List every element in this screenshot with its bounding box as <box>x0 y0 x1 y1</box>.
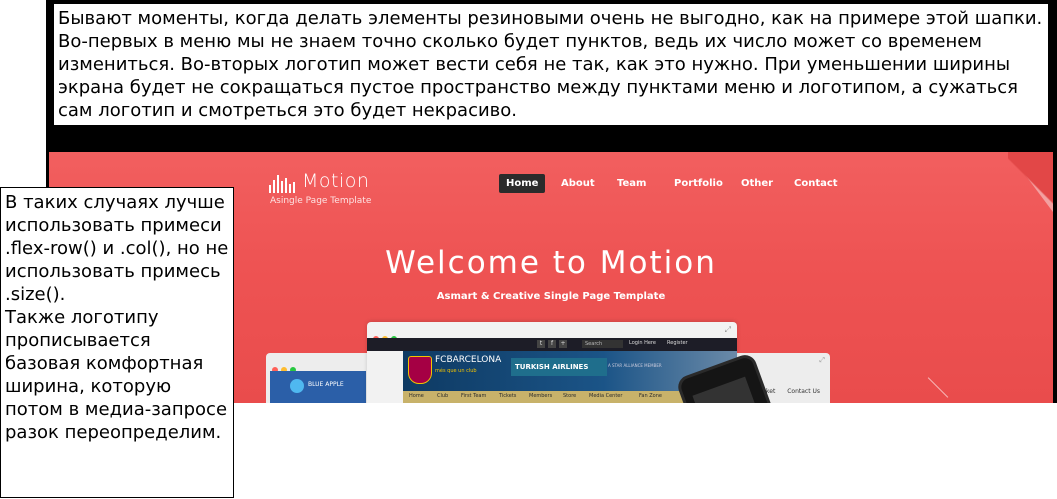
decorative-line <box>927 377 949 398</box>
logo-name: Motion <box>302 170 370 192</box>
expand-icon: ⤢ <box>724 325 731 334</box>
nav-item-portfolio[interactable]: Portfolio <box>674 174 723 193</box>
nav-item-about[interactable]: About <box>561 174 595 193</box>
note-callout-left: В таких случаях лучше использовать приме… <box>0 187 234 498</box>
note-left-text-2: Также логотипу прописывается базовая ком… <box>5 307 228 443</box>
site-topbar: t f + Search Login Here Register <box>367 338 737 351</box>
site-search: Search <box>582 340 623 348</box>
site-nav-item: Tickets <box>499 393 517 399</box>
site-register: Register <box>667 340 688 346</box>
site-nav-item: Home <box>409 393 424 399</box>
fcb-crest-icon <box>408 356 432 384</box>
site-login: Login Here <box>629 340 656 346</box>
facebook-icon: f <box>548 340 556 348</box>
sponsor-banner: TURKISH AIRLINES <box>511 358 607 376</box>
alliance-text: A STAR ALLIANCE MEMBER <box>608 363 662 368</box>
logo-tagline: Asingle Page Template <box>270 196 372 206</box>
blue-apple-name: BLUE APPLE <box>308 381 344 388</box>
site-nav-item: Fan Zone <box>639 393 662 399</box>
site-nav-item: Members <box>529 393 553 399</box>
note-left-text-1: В таких случаях лучше использовать приме… <box>5 192 229 305</box>
site-nav-item: Store <box>563 393 577 399</box>
plus-icon: + <box>559 340 567 348</box>
blue-apple-site: BLUE APPLE <box>270 371 366 403</box>
fcb-name: FCBARCELONA <box>435 355 502 365</box>
nav-item-home[interactable]: Home <box>499 174 546 193</box>
note-top-text: Бывают моменты, когда делать элементы ре… <box>58 8 1043 121</box>
nav-item-other[interactable]: Other <box>741 174 773 193</box>
site-nav-item: Club <box>437 393 449 399</box>
note-callout-top: Бывают моменты, когда делать элементы ре… <box>53 3 1049 126</box>
expand-icon: ⤢ <box>819 356 825 364</box>
nav-item-contact[interactable]: Contact <box>794 174 838 193</box>
apple-logo-icon <box>290 379 304 393</box>
site-nav-item: Media Center <box>589 393 623 399</box>
equalizer-bars-icon <box>269 175 299 193</box>
site-nav-item: First Team <box>461 393 487 399</box>
fcb-motto: més que un club <box>435 368 477 374</box>
nav-item-team[interactable]: Team <box>617 174 646 193</box>
back-site-link: Contact Us <box>787 388 820 395</box>
corner-fold-shadow <box>1008 152 1053 212</box>
twitter-icon: t <box>537 340 545 348</box>
